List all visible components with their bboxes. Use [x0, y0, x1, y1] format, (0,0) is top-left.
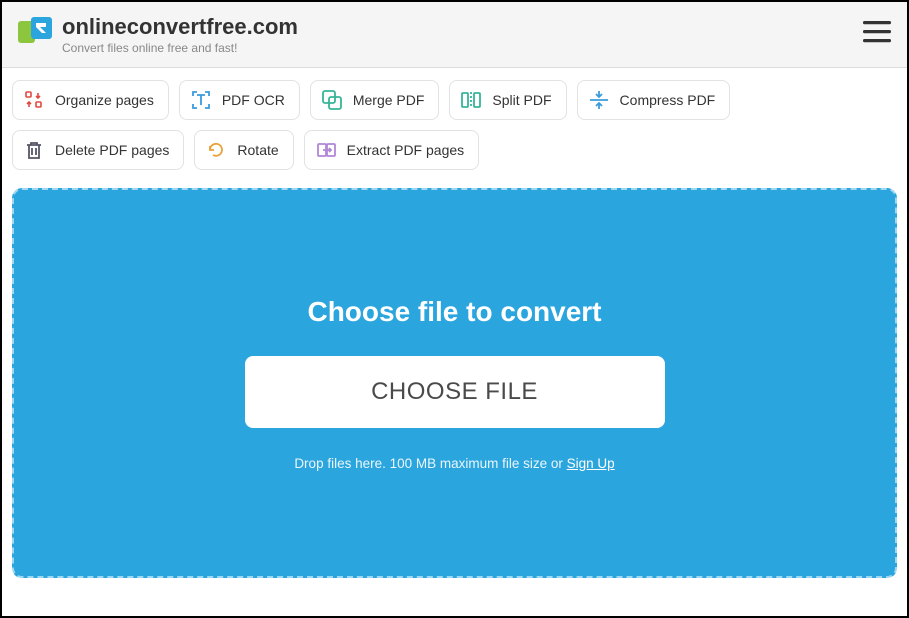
- merge-pdf-button[interactable]: Merge PDF: [310, 80, 440, 120]
- dropzone-title: Choose file to convert: [307, 296, 601, 328]
- extract-pdf-pages-button[interactable]: Extract PDF pages: [304, 130, 480, 170]
- trash-icon: [23, 139, 45, 161]
- rotate-icon: [205, 139, 227, 161]
- dropzone-hint: Drop files here. 100 MB maximum file siz…: [294, 456, 614, 471]
- pdf-ocr-button[interactable]: PDF OCR: [179, 80, 300, 120]
- brand-title: onlineconvertfree.com: [62, 14, 298, 40]
- brand-tagline: Convert files online free and fast!: [62, 41, 298, 55]
- menu-icon[interactable]: [863, 21, 891, 48]
- rotate-button[interactable]: Rotate: [194, 130, 293, 170]
- tool-label: Rotate: [237, 142, 278, 158]
- choose-file-button[interactable]: CHOOSE FILE: [245, 356, 665, 428]
- tool-label: Delete PDF pages: [55, 142, 169, 158]
- tool-label: Compress PDF: [620, 92, 716, 108]
- brand[interactable]: onlineconvertfree.com Convert files onli…: [18, 14, 298, 55]
- compress-icon: [588, 89, 610, 111]
- merge-icon: [321, 89, 343, 111]
- organize-pages-button[interactable]: Organize pages: [12, 80, 169, 120]
- file-dropzone[interactable]: Choose file to convert CHOOSE FILE Drop …: [12, 188, 897, 578]
- dropzone-hint-text: Drop files here. 100 MB maximum file siz…: [294, 456, 566, 471]
- signup-link[interactable]: Sign Up: [567, 456, 615, 471]
- pdf-tools-toolbar: Organize pages PDF OCR Merge PDF: [2, 68, 907, 178]
- split-icon: [460, 89, 482, 111]
- organize-icon: [23, 89, 45, 111]
- extract-icon: [315, 139, 337, 161]
- header-bar: onlineconvertfree.com Convert files onli…: [2, 2, 907, 68]
- ocr-icon: [190, 89, 212, 111]
- tool-label: Split PDF: [492, 92, 551, 108]
- delete-pdf-pages-button[interactable]: Delete PDF pages: [12, 130, 184, 170]
- brand-logo-icon: [18, 15, 52, 54]
- tool-label: Organize pages: [55, 92, 154, 108]
- split-pdf-button[interactable]: Split PDF: [449, 80, 566, 120]
- compress-pdf-button[interactable]: Compress PDF: [577, 80, 731, 120]
- tool-label: PDF OCR: [222, 92, 285, 108]
- tool-label: Extract PDF pages: [347, 142, 465, 158]
- tool-label: Merge PDF: [353, 92, 425, 108]
